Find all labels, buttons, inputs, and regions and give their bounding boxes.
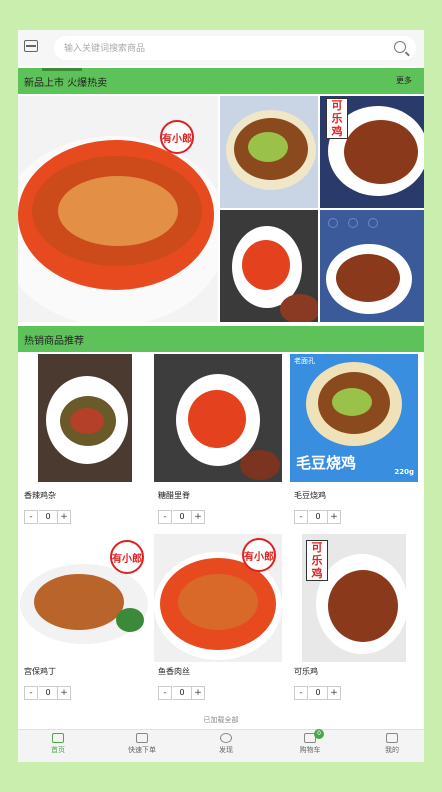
promo-corner: 老面孔	[294, 357, 315, 365]
minus-button[interactable]: -	[294, 510, 308, 524]
product-name: 毛豆烧鸡	[294, 491, 326, 500]
tab-label: 购物车	[299, 746, 321, 754]
tab-label: 首页	[51, 746, 65, 754]
tab-quick-order[interactable]: 快速下单	[112, 733, 172, 755]
minus-button[interactable]: -	[24, 686, 38, 700]
minus-button[interactable]: -	[24, 510, 38, 524]
banner-shredded-pork-image[interactable]: 有小郎	[18, 96, 218, 322]
banner-edamame-chicken-image[interactable]	[220, 96, 318, 208]
quantity-value[interactable]: 0	[39, 686, 57, 700]
cola-chicken-label: 可乐鸡	[306, 540, 328, 581]
search-placeholder: 输入关键词搜索商品	[64, 44, 146, 54]
more-link[interactable]: 更多	[396, 75, 412, 86]
product-name: 宫保鸡丁	[24, 667, 56, 676]
quantity-value[interactable]: 0	[39, 510, 57, 524]
tab-label: 发现	[219, 746, 233, 754]
plus-button[interactable]: +	[327, 686, 341, 700]
profile-icon	[386, 733, 398, 743]
minus-button[interactable]: -	[158, 510, 172, 524]
product-image-spicy-giblets[interactable]	[38, 354, 132, 482]
promo-weight: 220g	[394, 468, 414, 476]
product-image-edamame-chicken[interactable]: 老面孔 毛豆烧鸡 220g	[290, 354, 418, 482]
bottom-tab-bar: 首页 快速下单 发现 0 购物车 我的	[18, 729, 424, 762]
brand-logo: 有小郎	[242, 538, 276, 572]
tab-cart[interactable]: 0 购物车	[280, 729, 340, 755]
app-screen: 输入关键词搜索商品 新品上市 火爆热卖 更多 有小郎 可乐鸡 热销商品推荐 香辣…	[18, 30, 424, 762]
tab-label: 我的	[385, 746, 399, 754]
product-name: 可乐鸡	[294, 667, 318, 676]
hot-products-title: 热销商品推荐	[24, 336, 84, 347]
brand-logo: 有小郎	[160, 120, 194, 154]
clipboard-icon	[136, 733, 148, 743]
banner-cola-chicken-image[interactable]: 可乐鸡	[320, 96, 424, 208]
product-name: 鱼香肉丝	[158, 667, 190, 676]
plus-button[interactable]: +	[57, 510, 71, 524]
plus-button[interactable]: +	[57, 686, 71, 700]
product-image-fish-flavored-pork[interactable]: 有小郎	[154, 534, 282, 662]
minus-button[interactable]: -	[294, 686, 308, 700]
new-products-header: 新品上市 火爆热卖 更多	[18, 68, 424, 94]
plus-button[interactable]: +	[327, 510, 341, 524]
new-products-title: 新品上市 火爆热卖	[24, 78, 108, 89]
top-bar: 输入关键词搜索商品	[18, 30, 424, 66]
tab-home[interactable]: 首页	[28, 733, 88, 755]
compass-icon	[220, 733, 232, 743]
product-name: 香辣鸡杂	[24, 491, 56, 500]
quantity-value[interactable]: 0	[173, 510, 191, 524]
product-image-sweet-sour-pork[interactable]	[154, 354, 282, 482]
search-icon[interactable]	[394, 41, 406, 53]
plus-button[interactable]: +	[191, 686, 205, 700]
promo-label: 毛豆烧鸡	[296, 454, 357, 472]
category-menu-icon[interactable]	[24, 40, 38, 52]
plus-button[interactable]: +	[191, 510, 205, 524]
search-input[interactable]: 输入关键词搜索商品	[54, 36, 416, 60]
quantity-value[interactable]: 0	[309, 510, 327, 524]
product-image-kung-pao-chicken[interactable]: 有小郎	[20, 534, 148, 662]
header-accent	[42, 68, 82, 71]
quantity-value[interactable]: 0	[173, 686, 191, 700]
cart-badge: 0	[314, 729, 324, 739]
banner-sweet-sour-pork-image[interactable]	[220, 210, 318, 322]
minus-button[interactable]: -	[158, 686, 172, 700]
hot-products-header: 热销商品推荐	[18, 326, 424, 352]
all-loaded-note: 已加载全部	[203, 716, 239, 724]
tab-discover[interactable]: 发现	[196, 733, 256, 755]
tab-profile[interactable]: 我的	[362, 733, 422, 755]
product-image-cola-chicken[interactable]: 可乐鸡	[302, 534, 406, 662]
brand-logo: 有小郎	[110, 540, 144, 574]
cola-chicken-label: 可乐鸡	[326, 98, 348, 139]
quantity-value[interactable]: 0	[309, 686, 327, 700]
tab-label: 快速下单	[128, 746, 156, 754]
banner-chicken-bowl-image[interactable]	[320, 210, 424, 322]
home-icon	[52, 733, 64, 743]
product-name: 糖醋里脊	[158, 491, 190, 500]
